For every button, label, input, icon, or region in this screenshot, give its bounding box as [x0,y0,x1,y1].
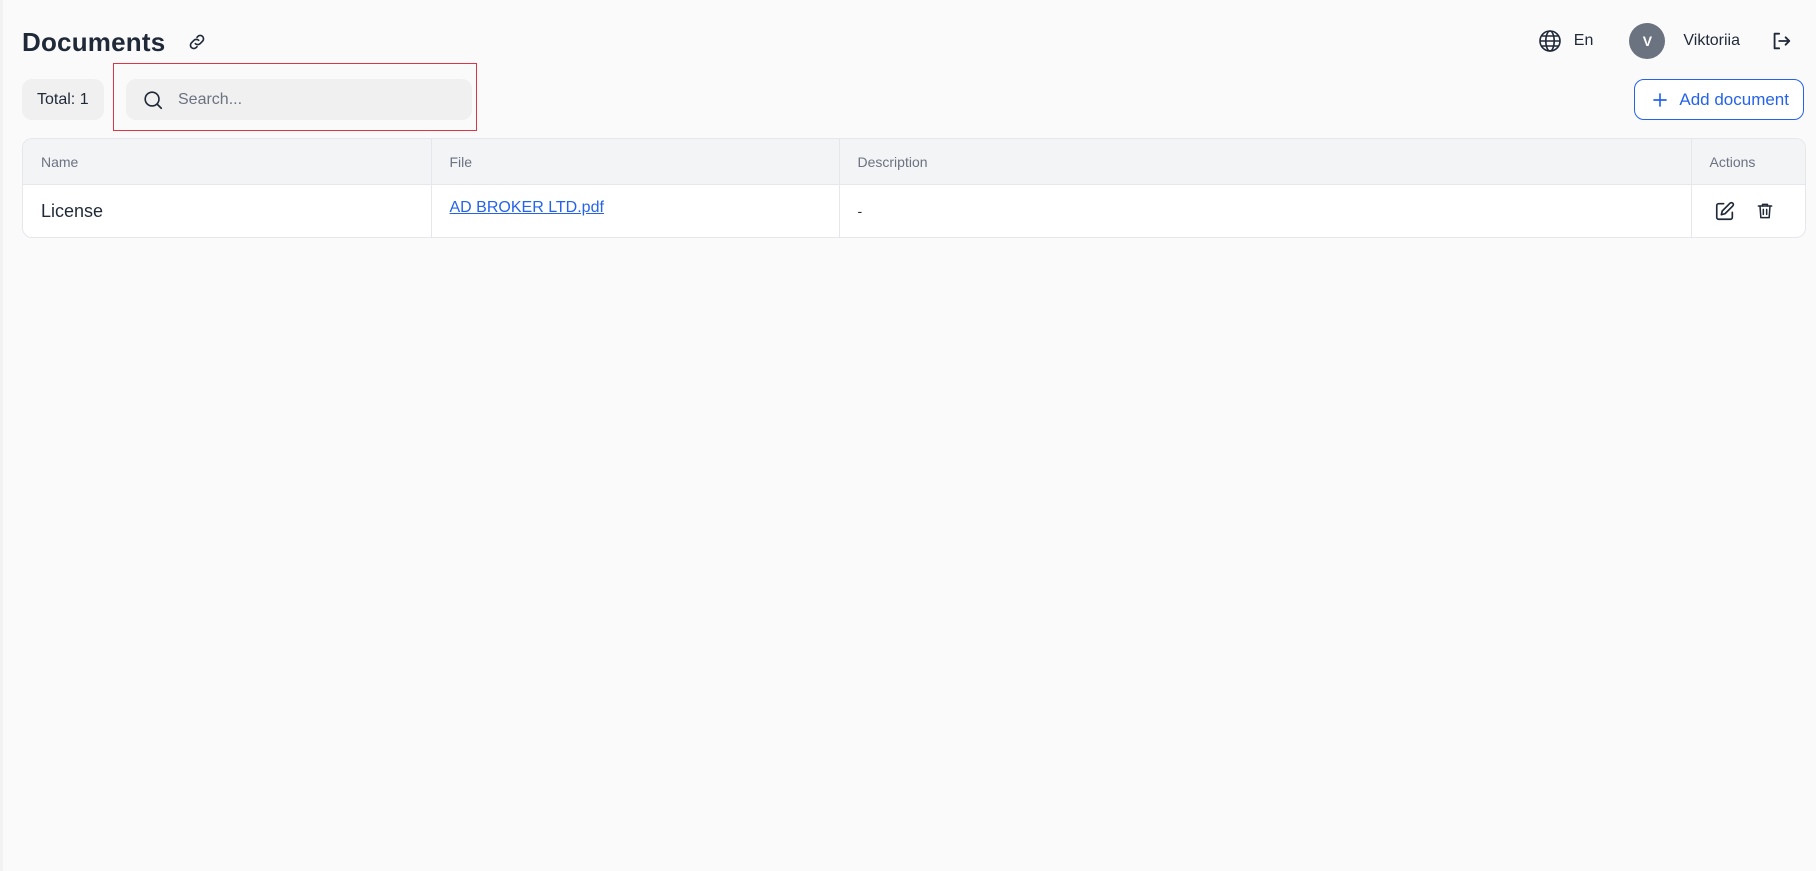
logout-icon [1773,32,1791,50]
link-icon [190,34,205,50]
user-bar: En V Viktoriia [1538,22,1794,60]
file-link[interactable]: AD BROKER LTD.pdf [450,199,604,216]
delete-button[interactable] [1752,198,1778,224]
cell-name: License [23,184,432,237]
plus-icon [1653,92,1668,107]
table-row: License AD BROKER LTD.pdf - [23,184,1805,238]
search-input[interactable] [176,89,460,110]
documents-page: Documents En V Viktoriia Total: 1 Search… [0,0,1816,871]
document-name: License [41,200,104,221]
globe-icon [1538,30,1561,52]
row-actions [1710,198,1788,224]
trash-icon [1757,203,1772,219]
documents-table: Name File Description Actions License AD… [22,138,1806,238]
left-edge-strip [0,0,3,871]
cell-actions [1691,185,1805,238]
table-header-row: Name File Description Actions [23,139,1805,185]
search-icon [144,90,163,109]
avatar[interactable]: V [1629,23,1666,59]
cell-description: - [839,184,1692,237]
column-header-description[interactable]: Description [839,139,1692,185]
edit-button[interactable] [1712,198,1738,224]
column-header-actions: Actions [1691,139,1805,185]
column-header-name[interactable]: Name [23,139,432,185]
language-label: En [1573,32,1594,49]
page-header: Documents [22,22,211,62]
edit-icon [1715,201,1734,221]
copy-link-button[interactable] [183,28,211,56]
toolbar: Total: 1 Add document [22,63,1804,131]
add-document-button[interactable]: Add document [1634,79,1804,120]
add-document-label: Add document [1679,89,1789,109]
page-title: Documents [22,26,166,57]
language-switcher[interactable]: En [1538,29,1594,53]
user-name[interactable]: Viktoriia [1683,32,1740,50]
logout-button[interactable] [1768,28,1794,54]
column-header-file[interactable]: File [431,139,840,185]
total-badge: Total: 1 [22,79,104,120]
search-box[interactable] [126,79,472,120]
cell-file: AD BROKER LTD.pdf [431,184,840,237]
